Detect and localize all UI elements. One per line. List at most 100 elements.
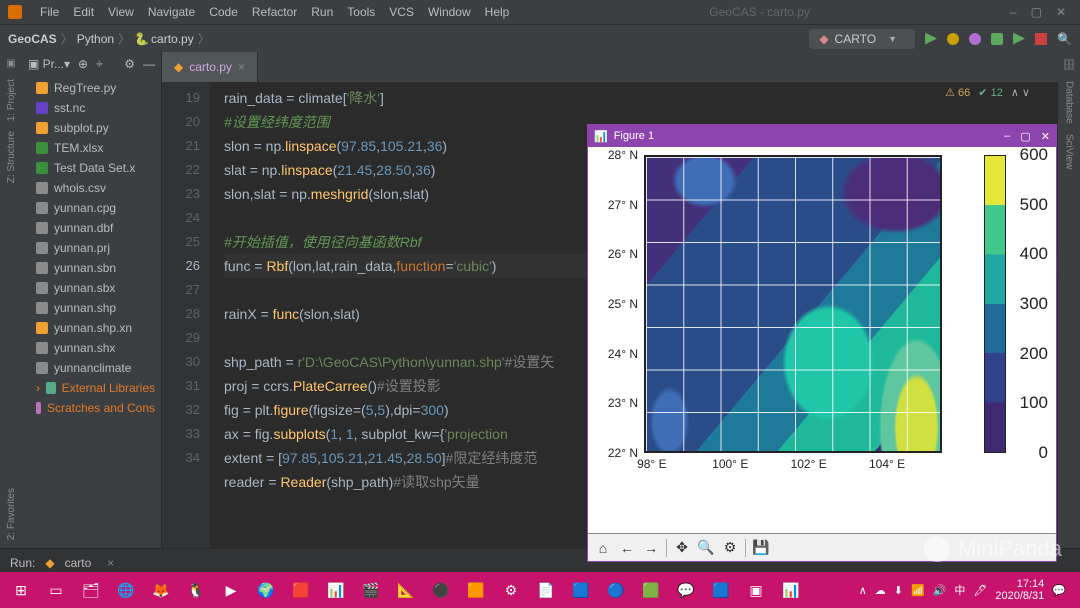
back-button[interactable]: ← [616,537,638,559]
favorites-tool[interactable]: 2: Favorites [6,488,17,540]
file-menu[interactable]: File [40,5,59,19]
line-number[interactable]: 25 [162,230,200,254]
debug-button[interactable] [947,33,959,45]
project-tool-icon[interactable]: ▣ [6,58,15,69]
close-button[interactable]: ✕ [1056,5,1066,19]
earth-icon[interactable]: 🌍 [251,576,281,604]
line-number[interactable]: 24 [162,206,200,230]
minimize-button[interactable]: – [1010,5,1017,19]
line-number[interactable]: 32 [162,398,200,422]
edit-menu[interactable]: Edit [73,5,94,19]
code-menu[interactable]: Code [209,5,238,19]
ime-icon[interactable]: 中 [954,582,965,598]
figure-taskbar-icon[interactable]: 📊 [776,576,806,604]
file-Test Data Set.x[interactable]: Test Data Set.x [22,158,161,178]
configure-button[interactable]: ⚙ [719,537,741,559]
run-target[interactable]: carto [65,556,92,570]
app-icon[interactable]: 🟩 [636,576,666,604]
matlab-icon[interactable]: 📐 [391,576,421,604]
sciview-tool[interactable]: SciView [1064,134,1075,169]
search-icon[interactable]: 🔍 [1057,32,1072,46]
notifications-icon[interactable]: 💬 [1052,584,1066,597]
taskbar[interactable]: ⊞ ▭ 🗂 🌐 🦊 🐧 ▶ 🌍 🟥 📊 🎬 📐 ⚫ 🟧 ⚙ 📄 🟦 🔵 🟩 💬 … [0,572,1080,608]
app-icon[interactable]: 🟧 [461,576,491,604]
breadcrumb-root[interactable]: GeoCAS [8,32,57,46]
close-icon[interactable]: × [107,556,114,570]
scroll-icon[interactable]: ÷ [96,57,103,71]
db-icon[interactable]: 🗄 [1063,60,1076,71]
file-whois.csv[interactable]: whois.csv [22,178,161,198]
view-menu[interactable]: View [108,5,134,19]
start-button[interactable]: ⊞ [6,576,36,604]
run-menu[interactable]: Run [311,5,333,19]
ime-icon[interactable]: 🖊 [973,584,987,597]
figure-titlebar[interactable]: 📊Figure 1 – ▢ ✕ [588,125,1056,147]
file-TEM.xlsx[interactable]: TEM.xlsx [22,138,161,158]
edge-icon[interactable]: 🌐 [111,576,141,604]
home-button[interactable]: ⌂ [592,537,614,559]
app-icon[interactable]: 🎬 [356,576,386,604]
project-tool[interactable]: 1: Project [6,79,17,121]
tab-carto[interactable]: ◆ carto.py × [162,52,258,82]
inspections[interactable]: ⚠ 66 ✔ 12 ∧ ∨ [945,86,1030,99]
file-yunnan.cpg[interactable]: yunnan.cpg [22,198,161,218]
file-yunnan.dbf[interactable]: yunnan.dbf [22,218,161,238]
file-yunnan.prj[interactable]: yunnan.prj [22,238,161,258]
vcs-menu[interactable]: VCS [389,5,414,19]
zoom-button[interactable]: 🔍 [695,537,717,559]
breadcrumb-folder[interactable]: Python [77,32,114,46]
line-number[interactable]: 26 [162,254,200,278]
tree-external-libraries[interactable]: › External Libraries [22,378,161,398]
file-yunnan.shp[interactable]: yunnan.shp [22,298,161,318]
line-number[interactable]: 23 [162,182,200,206]
app-icon[interactable]: ⚫ [426,576,456,604]
tray-icon[interactable]: ⬇ [894,584,903,597]
stop-button[interactable] [1035,33,1047,45]
wifi-icon[interactable]: 📶 [911,584,925,597]
wechat-icon[interactable]: 💬 [671,576,701,604]
line-number[interactable]: 20 [162,110,200,134]
app-icon[interactable]: 🟥 [286,576,316,604]
attach-button[interactable] [1013,33,1025,45]
file-yunnanclimate[interactable]: yunnanclimate [22,358,161,378]
gutter[interactable]: 19202122232425262728293031323334 [162,82,210,548]
explorer-icon[interactable]: 🗂 [76,576,106,604]
file-sst.nc[interactable]: sst.nc [22,98,161,118]
pycharm-icon[interactable]: ▣ [741,576,771,604]
line-number[interactable]: 28 [162,302,200,326]
app-icon[interactable]: ⚙ [496,576,526,604]
chrome-icon[interactable]: 🔵 [601,576,631,604]
app-icon[interactable]: 🟦 [706,576,736,604]
taskview-button[interactable]: ▭ [41,576,71,604]
line-number[interactable]: 29 [162,326,200,350]
file-yunnan.sbx[interactable]: yunnan.sbx [22,278,161,298]
maximize-button[interactable]: ▢ [1031,5,1042,19]
structure-tool[interactable]: Z: Structure [6,131,17,183]
window-menu[interactable]: Window [428,5,471,19]
qq-icon[interactable]: 🐧 [181,576,211,604]
file-subplot.py[interactable]: subplot.py [22,118,161,138]
system-tray[interactable]: ∧ ☁ ⬇ 📶 🔊 中 🖊 17:14 2020/8/31 💬 [859,578,1074,602]
help-menu[interactable]: Help [485,5,510,19]
figure-window[interactable]: 📊Figure 1 – ▢ ✕ 28° N27° N26° N25° N24° … [587,124,1057,562]
tools-menu[interactable]: Tools [347,5,375,19]
breadcrumb-file[interactable]: carto.py [151,32,194,46]
hide-icon[interactable]: — [143,57,155,71]
profile-button[interactable] [991,33,1003,45]
file-RegTree.py[interactable]: RegTree.py [22,78,161,98]
line-number[interactable]: 34 [162,446,200,470]
line-number[interactable]: 30 [162,350,200,374]
tray-icon[interactable]: ∧ [859,584,867,597]
run-button[interactable] [925,33,937,45]
forward-button[interactable]: → [640,537,662,559]
volume-icon[interactable]: 🔊 [933,584,947,597]
file-yunnan.shx[interactable]: yunnan.shx [22,338,161,358]
coverage-button[interactable] [969,33,981,45]
navigate-menu[interactable]: Navigate [148,5,195,19]
file-yunnan.sbn[interactable]: yunnan.sbn [22,258,161,278]
line-number[interactable]: 31 [162,374,200,398]
line-number[interactable]: 19 [162,86,200,110]
minimize-button[interactable]: – [1004,130,1010,143]
project-view-label[interactable]: ▣ Pr...▾ [28,57,70,71]
line-number[interactable]: 21 [162,134,200,158]
